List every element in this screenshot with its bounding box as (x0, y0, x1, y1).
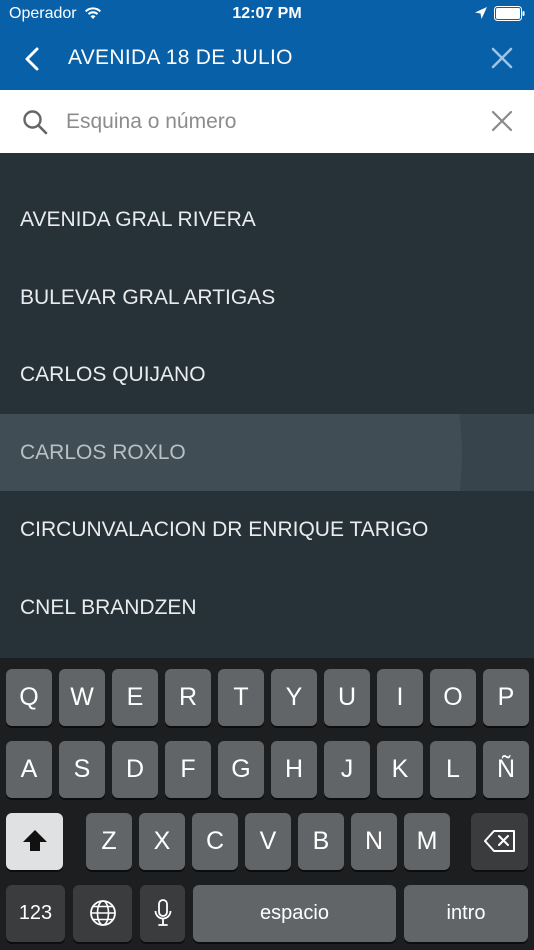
key-n[interactable]: N (351, 813, 397, 870)
key-enye[interactable]: Ñ (483, 741, 529, 798)
clear-search-icon[interactable] (490, 109, 514, 133)
back-arrow-icon[interactable] (20, 45, 46, 73)
page-title: AVENIDA 18 DE JULIO (68, 46, 293, 69)
key-m[interactable]: M (404, 813, 450, 870)
key-u[interactable]: U (324, 669, 370, 726)
key-d[interactable]: D (112, 741, 158, 798)
keyboard: Q W E R T Y U I O P A S D F G H J K L Ñ … (0, 658, 534, 950)
key-t[interactable]: T (218, 669, 264, 726)
key-x[interactable]: X (139, 813, 185, 870)
search-input[interactable] (66, 102, 466, 142)
list-item-label: CARLOS QUIJANO (20, 363, 206, 386)
list-item-label: CARLOS ROXLO (20, 440, 186, 464)
key-w[interactable]: W (59, 669, 105, 726)
location-arrow-icon (475, 7, 487, 19)
key-b[interactable]: B (298, 813, 344, 870)
key-i[interactable]: I (377, 669, 423, 726)
key-y[interactable]: Y (271, 669, 317, 726)
app-bar: AVENIDA 18 DE JULIO (0, 28, 534, 90)
key-s[interactable]: S (59, 741, 105, 798)
list-item[interactable]: BULEVAR GRAL ARTIGAS (0, 259, 534, 337)
key-q[interactable]: Q (6, 669, 52, 726)
list-item-highlighted[interactable]: CARLOS ROXLO (0, 413, 534, 491)
key-p[interactable]: P (483, 669, 529, 726)
list-item[interactable]: CNEL BRANDZEN (0, 569, 534, 647)
list-item-label: BULEVAR GRAL ARTIGAS (20, 285, 276, 309)
globe-icon (89, 900, 116, 926)
shift-arrow-icon (22, 830, 47, 851)
status-time: 12:07 PM (232, 5, 302, 22)
status-bar: Operador 12:07 PM (0, 0, 534, 28)
list-item-label: CIRCUNVALACION DR ENRIQUE TARIGO (20, 518, 429, 541)
key-f[interactable]: F (165, 741, 211, 798)
key-v[interactable]: V (245, 813, 291, 870)
list-item-label: CNEL BRANDZEN (20, 595, 197, 619)
shift-key[interactable] (6, 813, 63, 870)
key-h[interactable]: H (271, 741, 317, 798)
key-k[interactable]: K (377, 741, 423, 798)
dictation-key[interactable] (140, 885, 185, 942)
numbers-key[interactable]: 123 (6, 885, 65, 942)
list-item[interactable]: CARLOS QUIJANO (0, 336, 534, 414)
search-icon (23, 110, 48, 135)
list-item[interactable]: AVENIDA GRAL RIVERA (0, 181, 534, 259)
return-key[interactable]: intro (404, 885, 528, 942)
key-a[interactable]: A (6, 741, 52, 798)
space-key[interactable]: espacio (193, 885, 396, 942)
key-z[interactable]: Z (86, 813, 132, 870)
key-g[interactable]: G (218, 741, 264, 798)
globe-key[interactable] (73, 885, 132, 942)
backspace-key[interactable] (471, 813, 528, 870)
key-o[interactable]: O (430, 669, 476, 726)
key-r[interactable]: R (165, 669, 211, 726)
backspace-icon (483, 830, 515, 852)
search-bar (0, 90, 534, 153)
battery-icon (494, 6, 525, 21)
list-item[interactable]: CIRCUNVALACION DR ENRIQUE TARIGO (0, 491, 534, 569)
list-item-label: AVENIDA GRAL RIVERA (20, 208, 256, 231)
key-c[interactable]: C (192, 813, 238, 870)
key-j[interactable]: J (324, 741, 370, 798)
microphone-icon (154, 899, 171, 926)
street-results-list: AVENIDA GRAL RIVERA BULEVAR GRAL ARTIGAS… (0, 181, 534, 646)
key-e[interactable]: E (112, 669, 158, 726)
close-icon[interactable] (490, 46, 514, 70)
key-l[interactable]: L (430, 741, 476, 798)
